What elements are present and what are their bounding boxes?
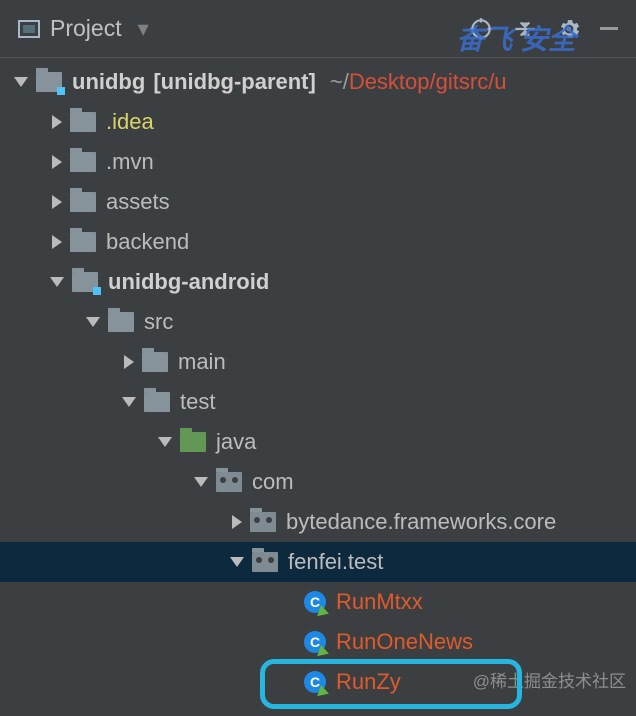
chevron-right-icon[interactable] xyxy=(124,355,134,369)
folder-icon xyxy=(144,392,170,412)
tree-row-test[interactable]: test xyxy=(0,382,636,422)
package-icon xyxy=(216,472,242,492)
tree-label: assets xyxy=(106,189,170,215)
tree-row-runmtxx[interactable]: RunMtxx xyxy=(0,582,636,622)
chevron-right-icon[interactable] xyxy=(52,155,62,169)
folder-icon xyxy=(108,312,134,332)
tree-row-bytedance[interactable]: bytedance.frameworks.core xyxy=(0,502,636,542)
module-folder-icon xyxy=(36,72,62,92)
tree-label: RunZy xyxy=(336,669,401,695)
tree-label: RunMtxx xyxy=(336,589,423,615)
class-runnable-icon xyxy=(304,631,326,653)
chevron-down-icon[interactable] xyxy=(230,557,244,567)
tree-row-backend[interactable]: backend xyxy=(0,222,636,262)
class-runnable-icon xyxy=(304,671,326,693)
folder-icon xyxy=(70,152,96,172)
chevron-down-icon[interactable] xyxy=(158,437,172,447)
path-text: Desktop/gitsrc/u xyxy=(349,69,507,95)
module-folder-icon xyxy=(72,272,98,292)
project-pane-icon xyxy=(18,20,40,38)
package-icon xyxy=(250,512,276,532)
package-icon xyxy=(252,552,278,572)
watermark-top: 奋飞 安全 xyxy=(456,18,576,58)
tree-label: src xyxy=(144,309,173,335)
chevron-down-icon[interactable] xyxy=(122,397,136,407)
tree-row-fenfei[interactable]: fenfei.test xyxy=(0,542,636,582)
chevron-right-icon[interactable] xyxy=(52,115,62,129)
tree-label: backend xyxy=(106,229,189,255)
tree-row-com[interactable]: com xyxy=(0,462,636,502)
tree-label: fenfei.test xyxy=(288,549,383,575)
chevron-right-icon[interactable] xyxy=(232,515,242,529)
tree-row-root[interactable]: unidbg [unidbg-parent] ~/Desktop/gitsrc/… xyxy=(0,62,636,102)
tree-row-runonenews[interactable]: RunOneNews xyxy=(0,622,636,662)
tree-label: test xyxy=(180,389,215,415)
tree-label: .idea xyxy=(106,109,154,135)
class-runnable-icon xyxy=(304,591,326,613)
chevron-down-icon[interactable] xyxy=(194,477,208,487)
header-title-label: Project xyxy=(50,15,122,42)
chevron-down-icon[interactable] xyxy=(86,317,100,327)
tree-label: unidbg xyxy=(72,69,145,95)
tree-row-main[interactable]: main xyxy=(0,342,636,382)
line-icon xyxy=(600,27,618,30)
folder-icon xyxy=(70,232,96,252)
project-selector[interactable]: Project ▾ xyxy=(18,15,149,42)
tree-label: java xyxy=(216,429,256,455)
chevron-down-icon[interactable] xyxy=(50,277,64,287)
tree-row-assets[interactable]: assets xyxy=(0,182,636,222)
path-tilde: ~/ xyxy=(330,69,349,95)
tree-row-android[interactable]: unidbg-android xyxy=(0,262,636,302)
folder-icon xyxy=(142,352,168,372)
tree-label: unidbg-android xyxy=(108,269,269,295)
tree-label: com xyxy=(252,469,294,495)
tree-row-src[interactable]: src xyxy=(0,302,636,342)
tree-row-java[interactable]: java xyxy=(0,422,636,462)
project-tree: unidbg [unidbg-parent] ~/Desktop/gitsrc/… xyxy=(0,58,636,702)
tree-row-mvn[interactable]: .mvn xyxy=(0,142,636,182)
tree-label: RunOneNews xyxy=(336,629,473,655)
chevron-down-icon[interactable] xyxy=(14,77,28,87)
tree-row-idea[interactable]: .idea xyxy=(0,102,636,142)
tree-label-bracket: [unidbg-parent] xyxy=(153,69,316,95)
chevron-right-icon[interactable] xyxy=(52,235,62,249)
tree-label: bytedance.frameworks.core xyxy=(286,509,556,535)
tree-label: main xyxy=(178,349,226,375)
chevron-right-icon[interactable] xyxy=(52,195,62,209)
watermark-bottom: @稀土掘金技术社区 xyxy=(473,667,626,692)
folder-icon xyxy=(70,192,96,212)
tree-label: .mvn xyxy=(106,149,154,175)
folder-icon xyxy=(70,112,96,132)
test-source-folder-icon xyxy=(180,432,206,452)
chevron-down-icon: ▾ xyxy=(138,16,149,42)
